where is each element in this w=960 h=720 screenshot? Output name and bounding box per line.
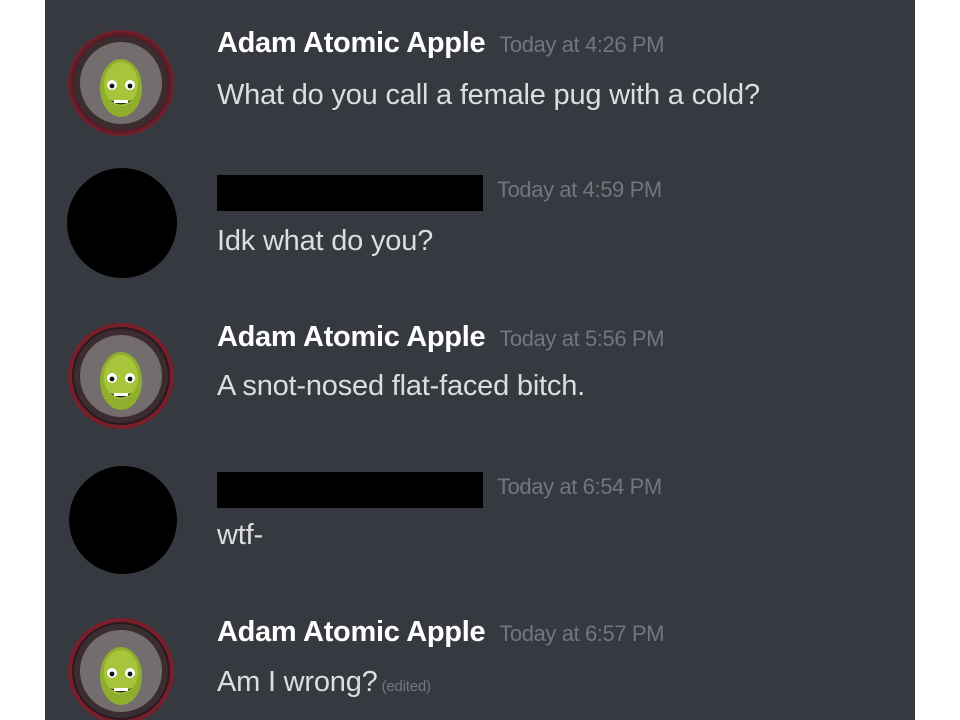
kerbal-avatar-icon[interactable]	[68, 323, 174, 429]
message-text: A snot-nosed flat-faced bitch.	[217, 370, 585, 402]
message-timestamp[interactable]: Today at 6:57 PM	[499, 621, 664, 647]
redacted-avatar[interactable]	[67, 168, 177, 278]
redacted-avatar[interactable]	[69, 466, 177, 574]
message-author[interactable]: Adam Atomic Apple	[217, 616, 486, 649]
message-text-content: Am I wrong?	[217, 666, 378, 698]
message-text: Idk what do you?	[217, 225, 434, 257]
kerbal-avatar-icon[interactable]	[68, 30, 174, 136]
redacted-author-name	[217, 472, 483, 508]
message-timestamp[interactable]: Today at 5:56 PM	[499, 326, 664, 352]
message-timestamp[interactable]: Today at 6:54 PM	[497, 474, 662, 500]
message-text: wtf-	[217, 519, 263, 551]
message-timestamp[interactable]: Today at 4:59 PM	[497, 177, 662, 203]
message-author[interactable]: Adam Atomic Apple	[217, 321, 486, 354]
chat-message-list[interactable]: Adam Atomic Apple Today at 4:26 PM What d…	[45, 0, 915, 720]
edited-label: (edited)	[381, 678, 431, 695]
message-text: Am I wrong? (edited)	[217, 666, 431, 699]
message-author[interactable]: Adam Atomic Apple	[217, 27, 486, 60]
kerbal-avatar-icon[interactable]	[68, 618, 174, 720]
redacted-author-name	[217, 175, 483, 211]
message-text: What do you call a female pug with a col…	[217, 79, 760, 111]
message-timestamp[interactable]: Today at 4:26 PM	[499, 32, 664, 58]
